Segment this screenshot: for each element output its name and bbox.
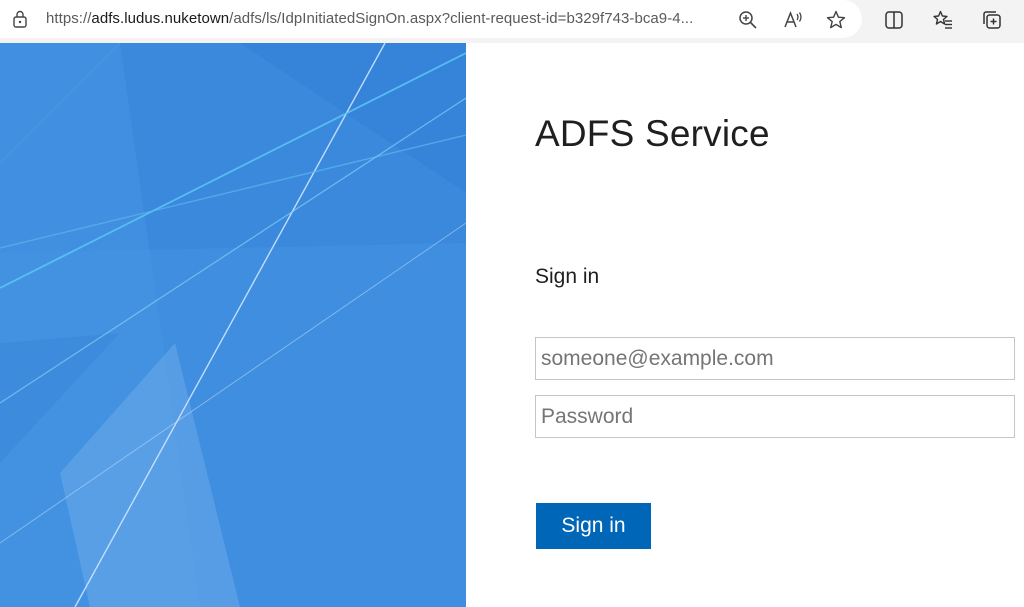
favorites-icon[interactable] bbox=[932, 9, 954, 31]
collections-icon[interactable] bbox=[981, 9, 1003, 31]
split-screen-icon[interactable] bbox=[883, 9, 905, 31]
url-host: adfs.ludus.nuketown bbox=[91, 10, 230, 27]
url-text[interactable]: https://adfs.ludus.nuketown/adfs/ls/IdpI… bbox=[46, 10, 693, 27]
read-aloud-icon[interactable] bbox=[782, 9, 804, 31]
url-prefix: https:// bbox=[46, 10, 92, 27]
address-bar[interactable]: https://adfs.ludus.nuketown/adfs/ls/IdpI… bbox=[0, 0, 862, 38]
sign-in-heading: Sign in bbox=[535, 265, 600, 288]
zoom-icon[interactable] bbox=[737, 9, 759, 31]
lock-icon[interactable] bbox=[12, 10, 28, 28]
email-field[interactable] bbox=[535, 337, 1015, 380]
sign-in-panel: ADFS Service Sign in Sign in bbox=[466, 43, 1024, 607]
hero-illustration bbox=[0, 43, 466, 607]
page-title: ADFS Service bbox=[535, 113, 770, 154]
password-field[interactable] bbox=[535, 395, 1015, 438]
favorite-star-icon[interactable] bbox=[825, 9, 847, 31]
sign-in-button[interactable]: Sign in bbox=[536, 503, 651, 549]
browser-toolbar: https://adfs.ludus.nuketown/adfs/ls/IdpI… bbox=[0, 0, 1024, 43]
url-path: /adfs/ls/IdpInitiatedSignOn.aspx?client-… bbox=[229, 10, 694, 27]
hero-background-graphic bbox=[0, 43, 466, 607]
